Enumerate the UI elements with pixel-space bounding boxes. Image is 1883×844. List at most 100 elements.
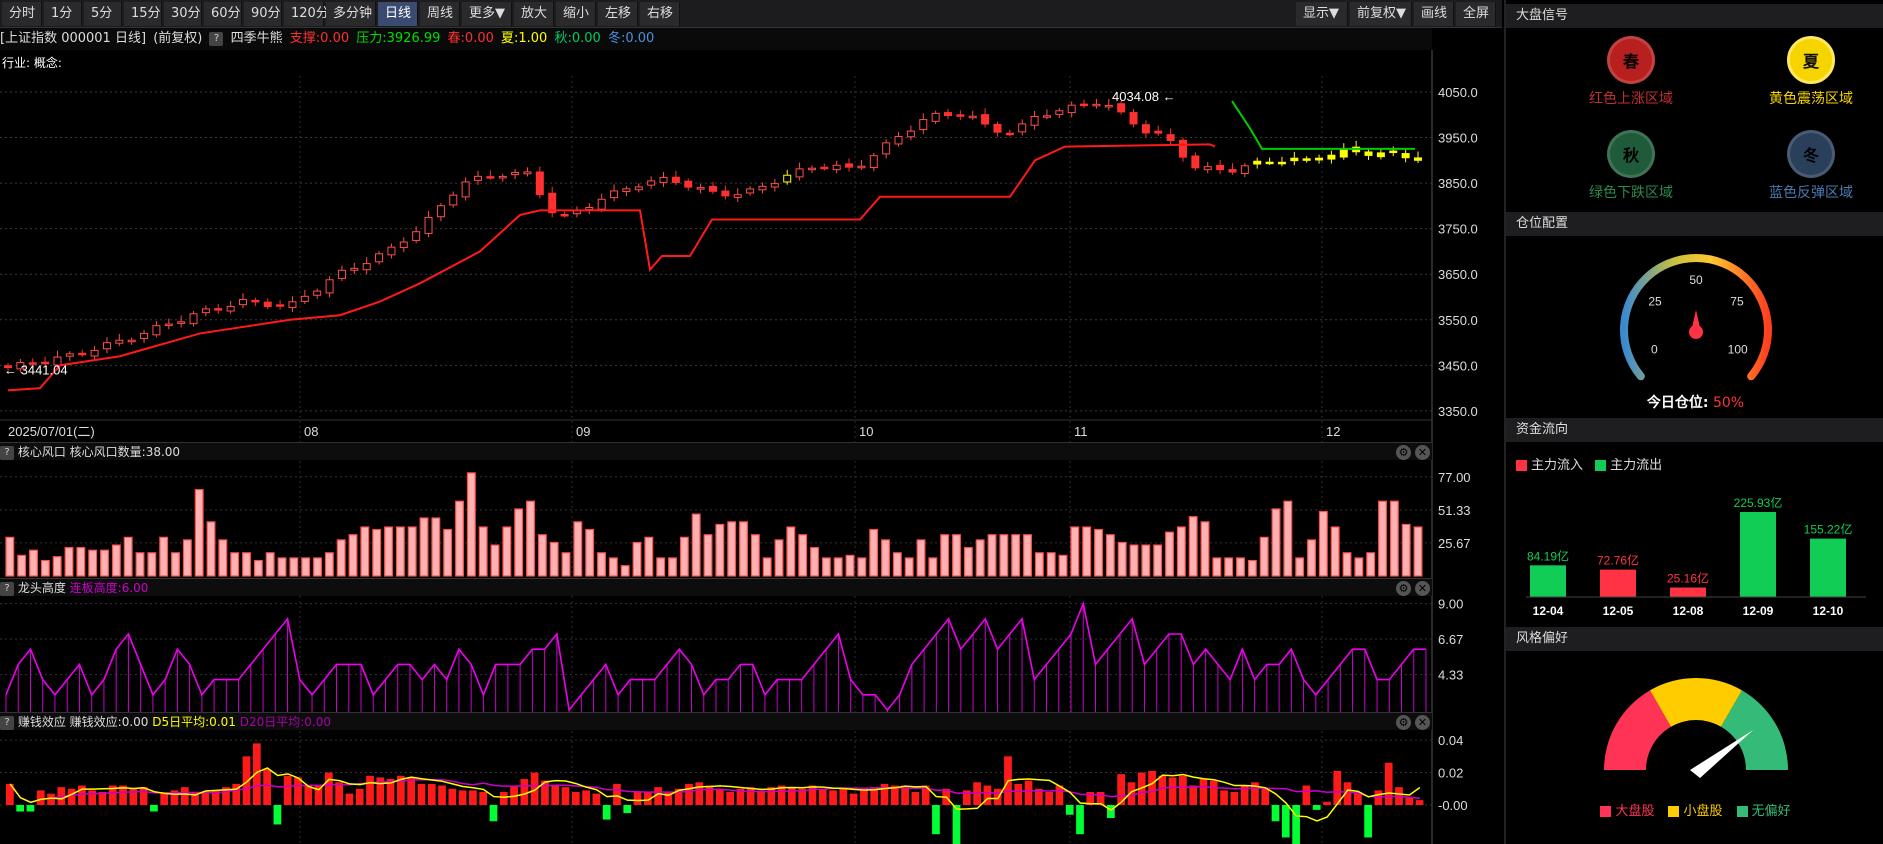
close-icon[interactable]: ✕: [1415, 581, 1430, 596]
money-bar: [1271, 805, 1280, 822]
core-bar: [123, 536, 133, 577]
period-button-2[interactable]: 5分: [84, 2, 122, 26]
candle-body: [1216, 164, 1225, 171]
period-button-15[interactable]: 右移: [640, 2, 680, 26]
money-bar: [757, 790, 765, 805]
money-bar: [180, 787, 189, 805]
core-bar: [1307, 539, 1316, 577]
core-bar: [64, 547, 74, 577]
period-button-12[interactable]: 放大: [514, 2, 554, 26]
toolbar-right-button-1[interactable]: 前复权▼: [1350, 2, 1412, 26]
money-bar: [695, 782, 704, 805]
money-bar: [1199, 779, 1208, 805]
toolbar-right-button-0[interactable]: 显示▼: [1296, 2, 1348, 26]
core-bar: [135, 552, 145, 577]
candle-body: [1117, 103, 1126, 113]
money-bar: [324, 772, 333, 805]
x-tick-label: 12: [1326, 424, 1340, 439]
season-1[interactable]: 夏黄色震荡区域: [1746, 36, 1876, 108]
toolbar-right-button-2[interactable]: 画线: [1414, 2, 1454, 26]
period-button-6[interactable]: 90分: [244, 2, 282, 26]
style-legend-swatch: [1600, 806, 1612, 817]
position-value: 50%: [1712, 395, 1745, 411]
y-tick-label: 3650.0: [1438, 267, 1478, 282]
d20-value: D20日平均:0.00: [239, 715, 332, 729]
period-button-14[interactable]: 左移: [598, 2, 638, 26]
style-legend-label: 小盘股: [1683, 804, 1723, 819]
candle-body: [783, 174, 792, 183]
candle-body: [906, 130, 915, 138]
period-button-13[interactable]: 缩小: [556, 2, 596, 26]
close-icon[interactable]: ✕: [1415, 715, 1430, 730]
money-bar: [592, 793, 601, 805]
candle-body: [1129, 112, 1138, 125]
core-bar: [691, 513, 701, 577]
candle-body: [1364, 151, 1373, 156]
core-bar: [1259, 536, 1269, 577]
help-icon[interactable]: ?: [0, 445, 14, 460]
core-bar: [928, 557, 938, 577]
candle-body: [127, 339, 136, 343]
symbol-label: [上证指数 000001 日线]: [0, 31, 147, 46]
period-button-5[interactable]: 60分: [204, 2, 242, 26]
style-legend-swatch: [1736, 806, 1748, 817]
money-bar: [1014, 783, 1023, 805]
core-bar: [1176, 526, 1186, 577]
gear-icon[interactable]: ⚙: [1396, 581, 1411, 596]
core-bar: [750, 534, 760, 577]
core-bar: [952, 534, 961, 577]
period-button-3[interactable]: 15分: [124, 2, 162, 26]
candle-body: [795, 168, 804, 178]
money-bar: [469, 790, 477, 805]
period-button-7[interactable]: 120分: [284, 2, 329, 26]
period-button-1[interactable]: 1分: [44, 2, 82, 26]
y-tick-label: 6.67: [1438, 632, 1463, 647]
money-bar: [427, 783, 436, 805]
period-button-8[interactable]: 多分钟: [326, 2, 376, 26]
core-bar: [608, 557, 618, 577]
signal-title: 大盘信号: [1516, 8, 1569, 23]
core-bar: [431, 517, 441, 577]
season-3[interactable]: 冬蓝色反弹区域: [1746, 130, 1876, 202]
period-button-4[interactable]: 30分: [164, 2, 202, 26]
winter-value: 冬:0.00: [607, 31, 655, 46]
core-bar: [798, 534, 808, 577]
pressure-value: 压力:3926.99: [356, 31, 441, 46]
candle-body: [709, 185, 717, 192]
position-header: 仓位配置: [1506, 212, 1883, 236]
help-icon[interactable]: ?: [0, 581, 14, 596]
help-icon[interactable]: ?: [0, 715, 14, 730]
candle-body: [1154, 130, 1163, 134]
season-0[interactable]: 春红色上涨区域: [1566, 36, 1696, 108]
period-button-9[interactable]: 日线: [378, 2, 418, 26]
toolbar-right-button-3[interactable]: 全屏: [1456, 2, 1496, 26]
gear-icon[interactable]: ⚙: [1396, 715, 1411, 730]
candle-body: [1228, 169, 1237, 173]
candle-body: [1005, 132, 1014, 136]
period-button-0[interactable]: 分时: [2, 2, 42, 26]
candle-body: [981, 114, 990, 125]
period-button-10[interactable]: 周线: [420, 2, 460, 26]
gear-icon[interactable]: ⚙: [1396, 445, 1411, 460]
period-button-11[interactable]: 更多▼: [462, 2, 512, 26]
close-icon[interactable]: ✕: [1415, 445, 1430, 460]
help-icon[interactable]: ?: [209, 31, 224, 46]
money-bar: [911, 792, 920, 805]
core-bar: [230, 552, 240, 577]
position-gauge: 0 25 50 75 100: [1620, 254, 1772, 381]
position-readout: 今日仓位: 50%: [1506, 392, 1883, 412]
candle-body: [1104, 104, 1113, 108]
candle-body: [993, 123, 1002, 133]
flow-chart: 84.19亿 12-04 72.76亿 12-05 25.16亿 12-08 225.93亿…: [1526, 495, 1866, 618]
panel-title: 赚钱效应: [17, 715, 66, 729]
core-bar: [395, 526, 405, 577]
candle-body: [350, 267, 359, 271]
candle-body: [337, 269, 346, 279]
candle-body: [721, 190, 730, 197]
core-bar: [1200, 521, 1210, 577]
adjust-label: (前复权): [153, 31, 203, 46]
money-bar: [283, 775, 292, 805]
season-2[interactable]: 秋绿色下跌区域: [1566, 130, 1696, 202]
core-bar: [5, 536, 15, 577]
core-bar: [206, 521, 216, 577]
